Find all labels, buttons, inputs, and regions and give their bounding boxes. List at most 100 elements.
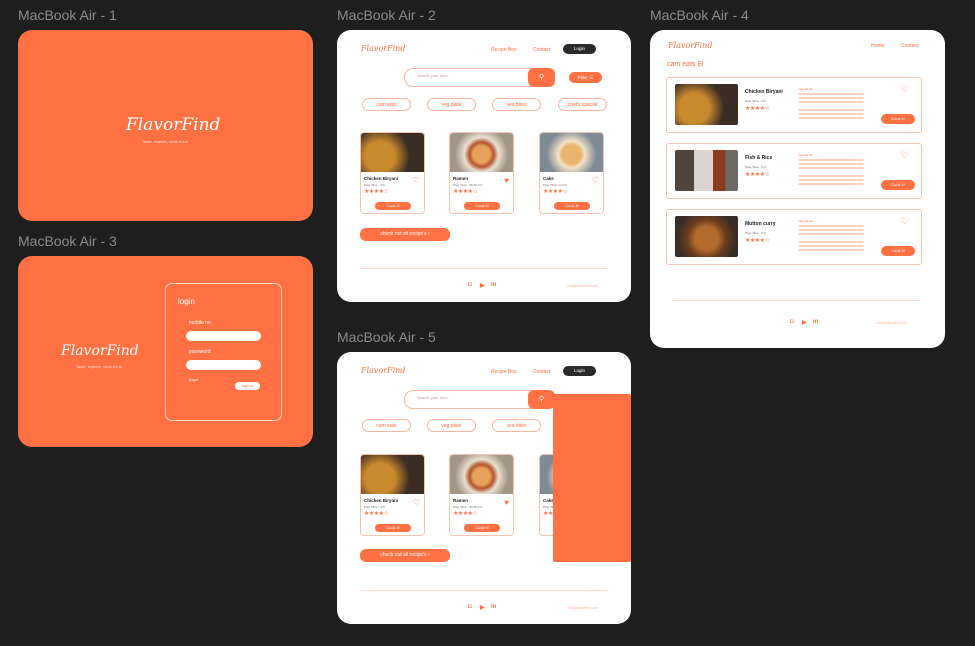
heart-icon[interactable]: ♡ bbox=[592, 176, 599, 185]
recipe-card[interactable]: Ramen Prep Time : 30-45 min ★★★★☆ ♥ Cook… bbox=[449, 132, 514, 214]
search-bar[interactable]: Search your food ⚲ bbox=[404, 390, 555, 409]
footer-divider bbox=[360, 268, 607, 269]
cook-button[interactable]: Cook it! bbox=[464, 524, 500, 532]
youtube-icon[interactable]: ▶ bbox=[802, 319, 807, 326]
search-icon[interactable]: ⚲ bbox=[528, 390, 555, 409]
mobile-input[interactable] bbox=[186, 331, 261, 341]
heart-icon[interactable]: ♡ bbox=[413, 176, 420, 185]
text-line bbox=[798, 113, 864, 115]
login-button[interactable]: Login bbox=[563, 44, 596, 54]
rating-stars: ★★★★☆ bbox=[543, 189, 568, 195]
search-input[interactable]: Search your food bbox=[417, 395, 447, 400]
nav-recipe-box[interactable]: Recipe Box bbox=[491, 47, 517, 53]
linkedin-icon[interactable]: in bbox=[491, 282, 496, 288]
recipe-image bbox=[361, 455, 424, 494]
cook-button[interactable]: Cook it! bbox=[464, 202, 500, 210]
footer-email[interactable]: info@flavorfind.com bbox=[567, 284, 598, 288]
chip-cam-eats[interactable]: cam eats bbox=[362, 419, 411, 432]
rating-stars: ★★★★☆ bbox=[453, 511, 478, 517]
nav-contact[interactable]: Contact bbox=[533, 47, 550, 53]
instagram-icon[interactable]: ◘ bbox=[790, 319, 794, 325]
frame-cam-eats[interactable]: FlavorFind Home Contact cam eats ⊟ Chick… bbox=[650, 30, 945, 348]
heart-filled-icon[interactable]: ♥ bbox=[504, 498, 509, 507]
linkedin-icon[interactable]: in bbox=[813, 319, 818, 325]
nav-contact[interactable]: Contact bbox=[533, 369, 550, 375]
youtube-icon[interactable]: ▶ bbox=[480, 604, 485, 611]
heart-icon[interactable]: ♡ bbox=[901, 150, 909, 161]
recipe-card[interactable]: Chicken Biryani Prep Time : 3 hr ★★★★☆ ♡… bbox=[360, 454, 425, 536]
recipe-card[interactable]: Cake Prep Time : 2-3 hr ★★★★☆ ♡ Cook it! bbox=[539, 132, 604, 214]
nav-recipe-box[interactable]: Recipe Box bbox=[491, 369, 517, 375]
cook-button[interactable]: Cook it! bbox=[375, 202, 411, 210]
all-recipes-button[interactable]: check out all recipe's › bbox=[360, 549, 450, 562]
category-title: cam eats ⊟ bbox=[667, 61, 704, 68]
nav-home[interactable]: Home bbox=[871, 43, 884, 49]
footer-email[interactable]: info@flavorfind.com bbox=[876, 321, 907, 325]
login-button[interactable]: Login bbox=[563, 366, 596, 376]
rating-stars: ★★★★☆ bbox=[364, 511, 389, 517]
footer-divider bbox=[360, 590, 607, 591]
chip-chefs-special[interactable]: chef's special bbox=[558, 98, 607, 111]
frame-splash[interactable]: FlavorFind Taste, explore, cook-it-fun bbox=[18, 30, 313, 221]
text-line bbox=[798, 101, 864, 103]
text-line bbox=[798, 117, 864, 119]
youtube-icon[interactable]: ▶ bbox=[480, 282, 485, 289]
chip-sea-bites[interactable]: sea bites bbox=[492, 419, 541, 432]
recipe-card[interactable]: Chicken Biryani Prep Time : 3 hr ★★★★☆ ♡… bbox=[360, 132, 425, 214]
recipe-row[interactable]: Chicken Biryani Prep Time : 3 hr ★★★★☆ I… bbox=[666, 77, 922, 133]
text-line bbox=[798, 183, 864, 185]
cook-button[interactable]: Cook it! bbox=[375, 524, 411, 532]
recipe-name: Fish & Rice bbox=[745, 155, 773, 161]
rating-stars: ★★★★☆ bbox=[745, 172, 770, 178]
text-line bbox=[798, 241, 864, 243]
chip-sea-bites[interactable]: sea bites bbox=[492, 98, 541, 111]
signin-button[interactable]: sign in bbox=[235, 382, 260, 390]
rating-stars: ★★★★☆ bbox=[745, 238, 770, 244]
frame-label-2: MacBook Air - 2 bbox=[337, 7, 436, 23]
linkedin-icon[interactable]: in bbox=[491, 604, 496, 610]
recipe-name: Ramen bbox=[453, 176, 469, 181]
text-line bbox=[798, 229, 864, 231]
password-input[interactable] bbox=[186, 360, 261, 370]
frame-home-panel[interactable]: FlavorFind Recipe Box Contact Login Sear… bbox=[337, 352, 631, 624]
frame-home[interactable]: FlavorFind Recipe Box Contact Login Sear… bbox=[337, 30, 631, 302]
cook-button[interactable]: Cook it! bbox=[554, 202, 590, 210]
header-logo[interactable]: FlavorFind bbox=[668, 41, 712, 50]
instagram-icon[interactable]: ◘ bbox=[468, 282, 472, 288]
instagram-icon[interactable]: ◘ bbox=[468, 604, 472, 610]
frame-login[interactable]: FlavorFind Taste, explore, cook-it-fun l… bbox=[18, 256, 313, 447]
footer-email[interactable]: info@flavorfind.com bbox=[567, 606, 598, 610]
prep-time: Prep Time : 2 hr bbox=[745, 231, 767, 235]
nav-contact[interactable]: Contact bbox=[901, 43, 918, 49]
search-bar[interactable]: Search your food ⚲ bbox=[404, 68, 555, 87]
heart-icon[interactable]: ♡ bbox=[901, 216, 909, 227]
cook-button[interactable]: Cook it! bbox=[881, 246, 915, 256]
chip-cam-eats[interactable]: cam eats bbox=[362, 98, 411, 111]
recipe-row[interactable]: Mutton curry Prep Time : 2 hr ★★★★☆ Ingr… bbox=[666, 209, 922, 265]
search-icon[interactable]: ⚲ bbox=[528, 68, 555, 87]
cook-button[interactable]: Cook it! bbox=[881, 180, 915, 190]
side-panel[interactable] bbox=[553, 394, 631, 562]
header-logo[interactable]: FlavorFind bbox=[361, 44, 405, 53]
recipe-image bbox=[540, 133, 603, 172]
brand-logo: FlavorFind bbox=[61, 343, 139, 359]
text-line bbox=[798, 167, 864, 169]
brand-tagline: Taste, explore, cook-it-fun bbox=[76, 364, 122, 369]
frame-label-4: MacBook Air - 4 bbox=[650, 7, 749, 23]
forgot-link[interactable]: forgot bbox=[189, 378, 198, 382]
filter-button[interactable]: Filter ☰ bbox=[569, 72, 602, 83]
search-input[interactable]: Search your food bbox=[417, 73, 447, 78]
heart-filled-icon[interactable]: ♥ bbox=[504, 176, 509, 185]
cook-button[interactable]: Cook it! bbox=[881, 114, 915, 124]
heart-icon[interactable]: ♡ bbox=[413, 498, 420, 507]
text-line bbox=[798, 159, 864, 161]
recipe-row[interactable]: Fish & Rice Prep Time : 1 hr ★★★★☆ Ingre… bbox=[666, 143, 922, 199]
header-logo[interactable]: FlavorFind bbox=[361, 366, 405, 375]
chip-veg-plate[interactable]: veg plate bbox=[427, 419, 476, 432]
recipe-image bbox=[450, 133, 513, 172]
text-line bbox=[798, 109, 864, 111]
heart-icon[interactable]: ♡ bbox=[901, 84, 909, 95]
all-recipes-button[interactable]: check out all recipe's › bbox=[360, 228, 450, 241]
recipe-card[interactable]: Ramen Prep Time : 30-45 min ★★★★☆ ♥ Cook… bbox=[449, 454, 514, 536]
chip-veg-plate[interactable]: veg plate bbox=[427, 98, 476, 111]
